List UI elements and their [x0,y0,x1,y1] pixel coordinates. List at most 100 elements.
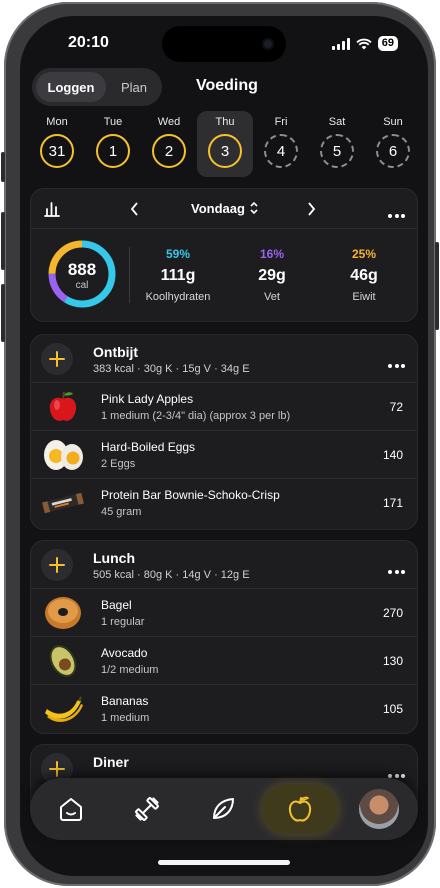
food-row[interactable]: Pink Lady Apples 1 medium (2-3/4" dia) (… [31,383,417,431]
meal-title: Diner [93,754,129,770]
avatar [359,789,399,829]
status-time: 20:10 [68,34,109,51]
food-portion: 1 medium [101,712,150,724]
meal-more-icon[interactable] [386,355,405,373]
macro-summary: 888 cal 59% 111g Koolhydraten 16% 29g Ve… [31,229,417,321]
day-tue[interactable]: Tue 1 [85,116,141,182]
egg-icon [41,437,85,473]
volume-up-button [1,212,5,270]
signal-icon [331,37,350,50]
food-row[interactable]: Hard-Boiled Eggs 2 Eggs 140 [31,431,417,479]
macro-label: Vet [264,291,280,303]
day-number: 31 [40,134,74,168]
macro-label: Koolhydraten [145,291,211,303]
food-name: Avocado [101,646,148,660]
meal-card-ontbijt: Ontbijt 383 kcal · 30g K · 15g V · 34g E… [30,334,418,530]
day-label: Thu [215,116,235,128]
home-icon [60,798,82,821]
day-label: Wed [157,116,181,128]
day-label: Sat [328,116,346,128]
day-label: Mon [46,116,68,128]
food-row[interactable]: Protein Bar Bownie-Schoko-Crisp 45 gram … [31,479,417,527]
meal-header: Ontbijt 383 kcal · 30g K · 15g V · 34g E [31,335,417,383]
add-food-button[interactable] [41,549,73,581]
food-portion: 45 gram [101,506,142,518]
chevron-up-down-icon[interactable] [249,200,259,216]
food-portion: 1 regular [101,616,145,628]
date-selector[interactable]: Vondaag [191,201,245,216]
tab-nutrition-plan[interactable] [198,784,248,834]
apple-icon [288,796,312,822]
dynamic-island [162,26,286,62]
log-plan-segmented-control: Loggen Plan [32,68,162,106]
macro-pct: 59% [165,247,191,261]
day-sat[interactable]: Sat 5 [309,116,365,182]
segment-plan[interactable]: Plan [110,72,158,102]
day-mon[interactable]: Mon 31 [29,116,85,182]
food-portion: 2 Eggs [101,458,136,470]
meal-more-icon[interactable] [386,561,405,579]
tab-profile[interactable] [354,784,404,834]
battery-indicator: 69 [377,36,398,51]
day-thu[interactable]: Thu 3 [197,111,253,177]
plus-icon [49,557,65,573]
day-wed[interactable]: Wed 2 [141,116,197,182]
food-calories: 105 [382,702,403,716]
avocado-icon [41,643,85,679]
power-button [435,242,439,330]
macro-carbs: 59% 111g Koolhydraten [133,247,223,303]
food-calories: 130 [382,654,403,668]
day-sun[interactable]: Sun 6 [365,116,421,182]
food-row[interactable]: Bagel 1 regular 270 [31,589,417,637]
summary-toolbar: Vondaag [31,189,417,229]
meal-card-lunch: Lunch 505 kcal · 80g K · 14g V · 12g E B… [30,540,418,734]
bottom-tab-bar [30,778,418,840]
food-name: Protein Bar Bownie-Schoko-Crisp [101,488,280,502]
food-name: Hard-Boiled Eggs [101,440,196,454]
day-number: 3 [208,134,242,168]
action-button [1,152,5,182]
tab-home[interactable] [46,784,96,834]
dumbbell-icon [135,797,159,821]
food-calories: 171 [382,496,403,510]
protein-bar-icon [41,485,85,521]
plus-icon [49,351,65,367]
segment-loggen[interactable]: Loggen [36,72,106,102]
bar-chart-icon[interactable] [43,200,61,218]
calories-unit: cal [75,280,89,291]
macro-pct: 16% [259,247,285,261]
day-number: 2 [152,134,186,168]
day-label: Fri [274,116,288,128]
apple-icon [41,389,85,425]
meal-title: Ontbijt [93,344,139,360]
phone-frame: 20:10 69 Loggen Plan Voeding Mon 31 Tue … [1,2,439,886]
tab-workout[interactable] [122,784,172,834]
plus-icon [49,761,65,777]
divider [129,247,130,303]
meal-title: Lunch [93,550,135,566]
page-title: Voeding [196,77,258,94]
food-calories: 270 [382,606,403,620]
banana-icon [41,691,85,727]
macro-fat: 16% 29g Vet [227,247,317,303]
food-row[interactable]: Bananas 1 medium 105 [31,685,417,733]
food-calories: 140 [382,448,403,462]
more-options-icon[interactable] [386,205,405,223]
add-food-button[interactable] [41,343,73,375]
day-number: 4 [264,134,298,168]
food-row[interactable]: Avocado 1/2 medium 130 [31,637,417,685]
meal-header: Lunch 505 kcal · 80g K · 14g V · 12g E [31,541,417,589]
day-fri[interactable]: Fri 4 [253,116,309,182]
meal-summary: 383 kcal · 30g K · 15g V · 34g E [93,363,250,375]
meal-summary: 505 kcal · 80g K · 14g V · 12g E [93,569,250,581]
calories-total: 888 [67,260,97,279]
food-name: Bagel [101,598,132,612]
chevron-left-icon[interactable] [129,201,141,217]
bagel-icon [41,595,85,631]
tab-food-log[interactable] [262,784,338,834]
chevron-right-icon[interactable] [305,201,317,217]
daily-summary-card: Vondaag 888 cal 59% 111g Koolhydraten 16… [30,188,418,322]
macro-protein: 25% 46g Eiwit [319,247,409,303]
food-calories: 72 [389,400,403,414]
camera-icon [262,38,274,50]
